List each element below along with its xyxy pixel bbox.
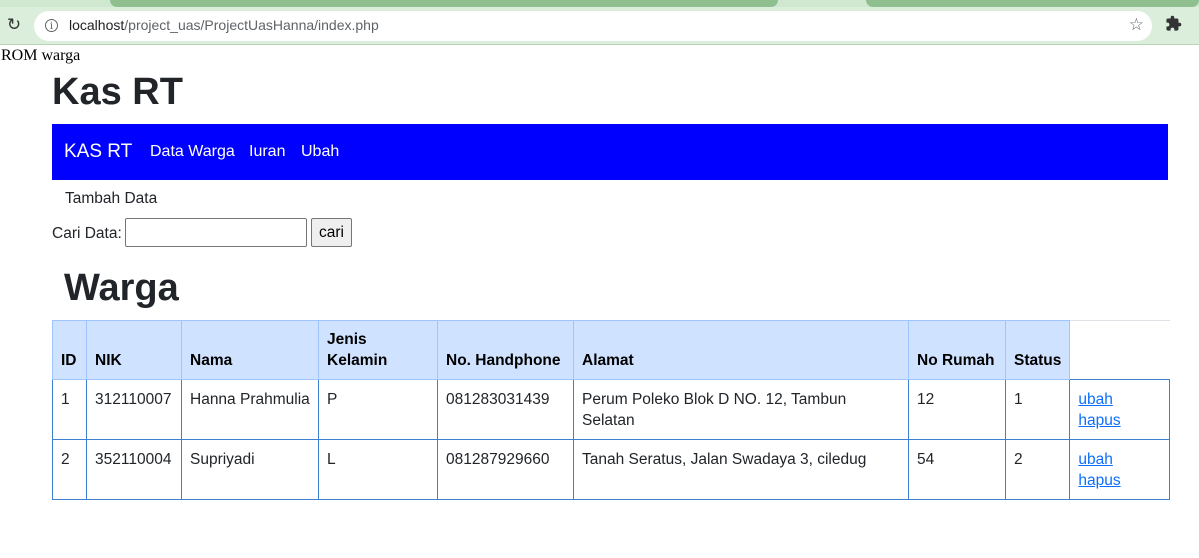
reload-icon[interactable]: ↻ (4, 15, 24, 35)
col-header-alamat: Alamat (573, 320, 909, 380)
url-path: /project_uas/ProjectUasHanna/index.php (124, 17, 379, 33)
cell-jenis-kelamin: P (318, 379, 438, 440)
nav-link-ubah[interactable]: Ubah (301, 143, 339, 161)
edit-link[interactable]: ubah (1078, 449, 1161, 470)
cell-no-handphone: 081283031439 (437, 379, 574, 440)
cell-nik: 352110004 (86, 439, 182, 500)
col-header-nama: Nama (181, 320, 319, 380)
col-header-no-rumah: No Rumah (908, 320, 1006, 380)
col-header-no-handphone: No. Handphone (437, 320, 574, 380)
cell-no-rumah: 12 (908, 379, 1006, 440)
browser-toolbar: ↻ i localhost/project_uas/ProjectUasHann… (0, 7, 1199, 45)
section-title: Warga (64, 267, 179, 309)
edit-link[interactable]: ubah (1078, 389, 1161, 410)
address-bar[interactable]: i localhost/project_uas/ProjectUasHanna/… (34, 11, 1152, 41)
stray-text: ROM warga (1, 47, 81, 64)
navbar: KAS RT Data Warga Iuran Ubah (52, 124, 1168, 180)
warga-table: ID NIK Nama Jenis Kelamin No. Handphone … (52, 320, 1171, 500)
cell-nik: 312110007 (86, 379, 182, 440)
search-label: Cari Data: (52, 225, 122, 242)
cell-id: 1 (52, 379, 87, 440)
cell-status: 1 (1004, 379, 1071, 440)
table-header-row: ID NIK Nama Jenis Kelamin No. Handphone … (52, 320, 1170, 380)
cell-actions: ubah hapus (1069, 379, 1171, 440)
cell-no-handphone: 081287929660 (437, 439, 574, 500)
browser-tab[interactable] (110, 0, 778, 7)
cell-alamat: Tanah Seratus, Jalan Swadaya 3, ciledug (573, 439, 909, 500)
cell-actions: ubah hapus (1069, 439, 1171, 500)
nav-link-iuran[interactable]: Iuran (249, 143, 285, 161)
url-text[interactable]: localhost/project_uas/ProjectUasHanna/in… (69, 17, 379, 33)
table-row: 1 312110007 Hanna Prahmulia P 0812830314… (52, 379, 1171, 440)
cell-jenis-kelamin: L (318, 439, 438, 500)
bookmark-star-icon[interactable]: ☆ (1129, 15, 1144, 35)
navbar-brand[interactable]: KAS RT (64, 141, 132, 163)
col-header-id: ID (52, 320, 87, 380)
delete-link[interactable]: hapus (1078, 470, 1161, 491)
col-header-actions (1069, 320, 1170, 380)
cell-status: 2 (1004, 439, 1071, 500)
nav-link-data-warga[interactable]: Data Warga (150, 143, 235, 161)
add-data-link[interactable]: Tambah Data (65, 190, 157, 208)
col-header-nik: NIK (86, 320, 182, 380)
url-host: localhost (69, 17, 125, 33)
delete-link[interactable]: hapus (1078, 410, 1161, 431)
info-icon[interactable]: i (45, 19, 58, 32)
page-title: Kas RT (52, 71, 183, 113)
search-input[interactable] (125, 218, 307, 247)
browser-tab[interactable] (866, 0, 1199, 7)
table-row: 2 352110004 Supriyadi L 081287929660 Tan… (52, 439, 1171, 500)
cell-nama: Supriyadi (181, 439, 319, 500)
cell-no-rumah: 54 (908, 439, 1006, 500)
cell-alamat: Perum Poleko Blok D NO. 12, Tambun Selat… (573, 379, 909, 440)
extensions-puzzle-icon[interactable] (1165, 15, 1182, 37)
cell-nama: Hanna Prahmulia (181, 379, 319, 440)
search-button[interactable]: cari (311, 218, 352, 247)
col-header-jenis-kelamin: Jenis Kelamin (318, 320, 438, 380)
cell-id: 2 (52, 439, 87, 500)
col-header-status: Status (1004, 320, 1071, 380)
